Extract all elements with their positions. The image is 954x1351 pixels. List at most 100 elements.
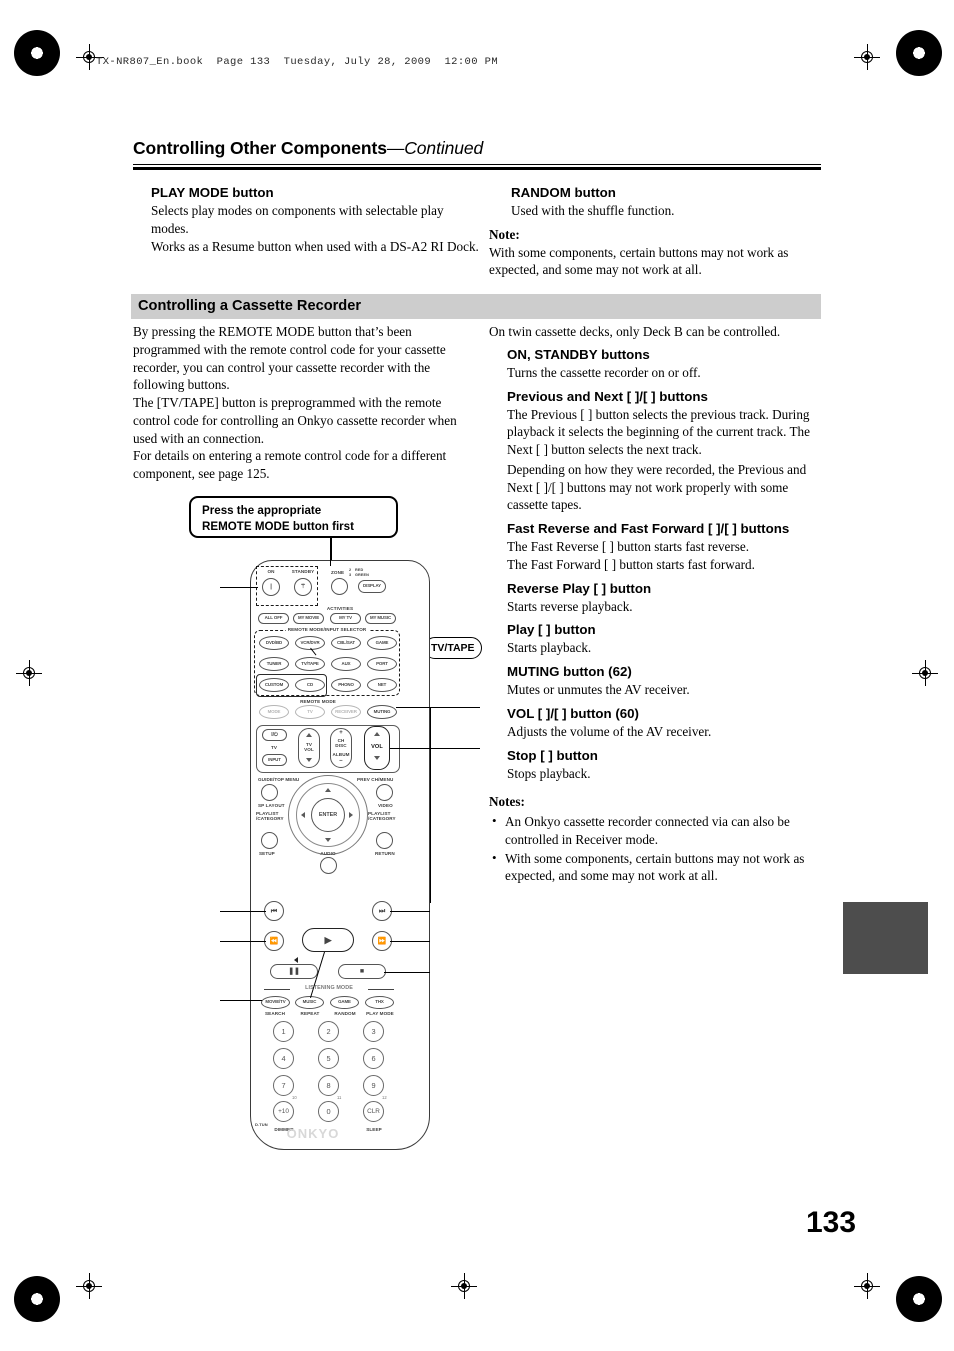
play-heading: Play [ ] button	[507, 622, 596, 638]
remote-key-2[interactable]: 2	[318, 1021, 339, 1042]
button-entry-muting: MUTING button (62) Mutes or unmutes the …	[507, 663, 819, 699]
fast-forward-body: The Fast Forward [ ] button starts fast …	[507, 556, 755, 572]
nav-down-icon[interactable]	[325, 838, 331, 842]
remote-zone-label: ZONE	[331, 570, 345, 575]
remote-on-button[interactable]: |	[262, 578, 280, 596]
remote-game-button[interactable]: GAME	[367, 636, 397, 650]
remote-muting-button[interactable]: MUTING	[367, 705, 397, 719]
remote-my-music-button[interactable]: MY MUSIC	[365, 613, 396, 624]
button-entry-on-standby: ON, STANDBY buttons Turns the cassette r…	[507, 346, 819, 382]
remote-tuner-button[interactable]: TUNER	[259, 657, 289, 671]
remote-dvd-bd-button[interactable]: DVD/BD	[259, 636, 289, 650]
page-title-continued: —Continued	[386, 138, 484, 158]
leader-line-listening-left	[220, 1000, 262, 1002]
remote-playlist-left-label: PLAYLIST/CATEGORY	[256, 811, 284, 822]
remote-fast-forward-button[interactable]: ⏩	[372, 931, 392, 951]
crop-dot-top-right	[864, 54, 870, 60]
remote-return-button[interactable]	[376, 832, 393, 849]
bottom-notes-list: An Onkyo cassette recorder connected via…	[489, 812, 819, 885]
tv-vol-up-icon[interactable]	[306, 733, 312, 737]
remote-tv-label: TV	[270, 745, 278, 750]
remote-tv-power-button[interactable]: I/⏻	[262, 729, 287, 741]
remote-key-0[interactable]: 0	[318, 1101, 339, 1122]
remote-my-movie-button[interactable]: MY MOVIE	[293, 613, 324, 624]
nav-up-icon[interactable]	[325, 788, 331, 792]
play-mode-heading: PLAY MODE button	[151, 185, 274, 200]
remote-my-tv-button[interactable]: MY TV	[330, 613, 361, 624]
remote-activities-label: ACTIVITIES	[326, 606, 354, 611]
remote-stop-button[interactable]: ■	[338, 964, 386, 979]
remote-tv-tape-button[interactable]: TV/TAPE	[295, 657, 325, 671]
remote-listening-game-button[interactable]: GAME	[330, 996, 359, 1009]
bottom-notes-label: Notes:	[489, 794, 525, 810]
remote-port-button[interactable]: PORT	[367, 657, 397, 671]
remote-key-clr[interactable]: CLR	[363, 1101, 384, 1122]
remote-thx-button[interactable]: THX	[365, 996, 394, 1009]
remote-previous-button[interactable]: ⏮	[264, 901, 284, 921]
on-standby-heading: ON, STANDBY buttons	[507, 346, 650, 362]
tv-vol-down-icon[interactable]	[306, 758, 312, 762]
remote-prev-ch-menu-label: PREV CH/MENU	[357, 777, 394, 782]
remote-standby-button[interactable]: ⚚	[294, 578, 312, 596]
remote-mode-button[interactable]: MODE	[259, 705, 289, 719]
remote-key-7[interactable]: 7	[273, 1075, 294, 1096]
remote-key-8[interactable]: 8	[318, 1075, 339, 1096]
remote-audio-button[interactable]	[320, 857, 337, 874]
vol-heading: VOL [ ]/[ ] button (60)	[507, 705, 639, 721]
nav-right-icon[interactable]	[349, 812, 353, 818]
remote-fast-reverse-button[interactable]: ⏪	[264, 931, 284, 951]
remote-movie-tv-button[interactable]: MOVIE/TV	[261, 996, 290, 1009]
remote-setup-button[interactable]	[261, 832, 278, 849]
fast-reverse-forward-heading: Fast Reverse and Fast Forward [ ]/[ ] bu…	[507, 521, 790, 537]
remote-key-1[interactable]: 1	[273, 1021, 294, 1042]
remote-prev-ch-button[interactable]	[376, 784, 393, 801]
vol-down-icon[interactable]	[374, 756, 380, 760]
remote-key-12-superscript: 12	[382, 1095, 387, 1100]
remote-input-button[interactable]: INPUT	[262, 754, 287, 766]
note-text: With some components, certain buttons ma…	[489, 244, 789, 278]
remote-random-label: RANDOM	[334, 1011, 356, 1016]
leader-line-vol	[390, 748, 480, 750]
remote-aux-button[interactable]: AUX	[331, 657, 361, 671]
remote-all-off-button[interactable]: ALL OFF	[258, 613, 289, 624]
remote-brand-logo: ONKYO	[286, 1126, 340, 1141]
remote-reverse-play-icon[interactable]	[294, 957, 298, 963]
title-rule-thick	[133, 167, 821, 170]
remote-music-button[interactable]: MUSIC	[295, 996, 324, 1009]
remote-key-6[interactable]: 6	[363, 1048, 384, 1069]
remote-net-button[interactable]: NET	[367, 678, 397, 692]
vol-body: Adjusts the volume of the AV receiver.	[507, 723, 712, 739]
remote-tv-mode-button[interactable]: TV	[295, 705, 325, 719]
remote-key-3[interactable]: 3	[363, 1021, 384, 1042]
remote-tv-vol-label: TV VOL	[304, 742, 314, 752]
remote-enter-button[interactable]: ENTER	[311, 798, 345, 832]
listening-mode-rule-left	[264, 989, 290, 991]
vol-up-icon[interactable]	[374, 732, 380, 736]
page-title-text: Controlling Other Components	[133, 138, 387, 158]
crop-dot-bottom-left	[86, 1283, 92, 1289]
remote-display-button[interactable]: DISPLAY	[358, 580, 386, 593]
remote-receiver-button[interactable]: RECEIVER	[331, 705, 361, 719]
cassette-intro-paragraph-1: By pressing the REMOTE MODE button that’…	[133, 324, 446, 393]
remote-cbl-sat-button[interactable]: CBL/SAT	[331, 636, 361, 650]
remote-phono-button[interactable]: PHONO	[331, 678, 361, 692]
remote-selector-label: REMOTE MODE/INPUT SELECTOR	[285, 627, 369, 632]
remote-key-plus10[interactable]: +10	[273, 1101, 294, 1122]
remote-pause-button[interactable]: ❚❚	[270, 964, 318, 979]
fast-reverse-body: The Fast Reverse [ ] button starts fast …	[507, 539, 750, 555]
book-file-header: TX-NR807_En.book Page 133 Tuesday, July …	[96, 56, 499, 68]
remote-guide-button[interactable]	[261, 784, 278, 801]
remote-key-4[interactable]: 4	[273, 1048, 294, 1069]
remote-key-9[interactable]: 9	[363, 1075, 384, 1096]
button-entry-stop: Stop [ ] button Stops playback.	[507, 747, 819, 783]
stop-body: Stops playback.	[507, 765, 591, 781]
remote-key-5[interactable]: 5	[318, 1048, 339, 1069]
remote-zone-2-label: 2	[349, 568, 352, 572]
remote-album-label: ALBUM	[332, 752, 350, 757]
remote-zone-button[interactable]	[331, 578, 348, 595]
remote-next-button[interactable]: ⏭	[372, 901, 392, 921]
left-column-top: PLAY MODE button Selects play modes on c…	[151, 184, 481, 255]
nav-left-icon[interactable]	[301, 812, 305, 818]
remote-vol-label: VOL	[371, 744, 383, 750]
remote-play-button[interactable]: ▶	[302, 928, 354, 952]
